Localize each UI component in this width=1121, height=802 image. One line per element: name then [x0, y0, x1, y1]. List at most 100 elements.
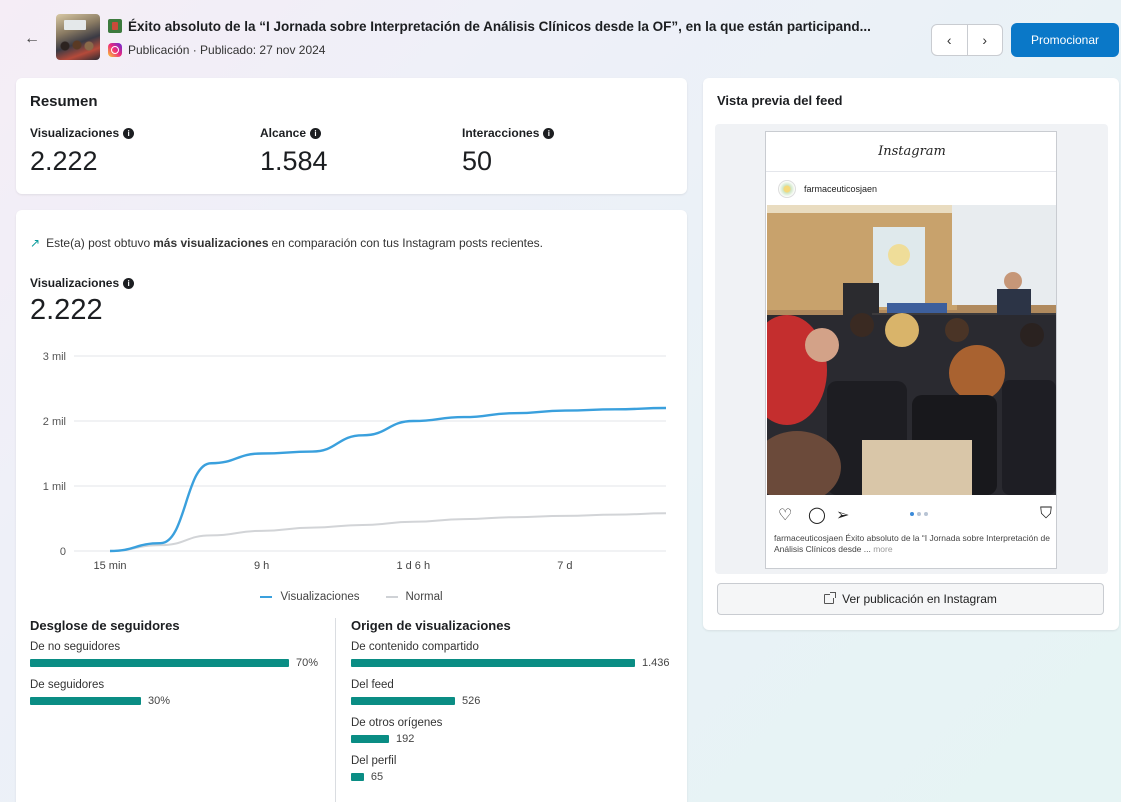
carousel-dots: [910, 512, 928, 516]
post-title-text: Éxito absoluto de la “I Jornada sobre In…: [128, 19, 871, 34]
view-origin-value: 192: [395, 733, 415, 745]
view-origin-bar: [351, 735, 389, 743]
metric-value: 1.584: [260, 146, 328, 176]
follower-breakdown-value: 70%: [296, 657, 319, 669]
x-tick-label: 7 d: [557, 560, 572, 572]
x-tick-label: 9 h: [254, 560, 269, 572]
next-button[interactable]: ›: [966, 25, 1003, 55]
view-origin-row: De otros orígenes 192: [351, 717, 681, 745]
metric-reach: Alcance i 1.584: [260, 126, 328, 177]
feed-preview-title: Vista previa del feed: [717, 93, 843, 108]
external-link-icon: [824, 592, 837, 604]
legend-item-views[interactable]: Visualizaciones: [260, 591, 360, 603]
post-author: farmaceuticosjaen: [778, 180, 877, 198]
post-title: Éxito absoluto de la “I Jornada sobre In…: [108, 19, 871, 34]
views-label: Visualizaciones: [30, 276, 120, 290]
insight-bold: más visualizaciones: [153, 236, 269, 250]
view-origin-bar: [351, 697, 456, 705]
view-origin-label: De otros orígenes: [351, 717, 443, 729]
views-value: 2.222: [30, 294, 103, 326]
column-divider: [335, 618, 336, 802]
share-icon[interactable]: ➢: [836, 505, 849, 525]
trend-up-icon: ↗: [30, 236, 41, 250]
author-username: farmaceuticosjaen: [804, 184, 878, 194]
followers-title: Desglose de seguidores: [30, 618, 180, 633]
metric-value: 2.222: [30, 146, 98, 176]
view-origin-bar: [351, 773, 364, 781]
followers-breakdown: Desglose de seguidores De no seguidores 7…: [30, 618, 325, 717]
metric-value: 50: [462, 146, 493, 176]
follower-breakdown-label: De no seguidores: [30, 641, 121, 653]
view-origin-label: Del perfil: [351, 755, 397, 767]
y-tick-label: 0: [60, 546, 66, 558]
view-on-instagram-button[interactable]: Ver publicación en Instagram: [717, 583, 1104, 615]
view-origin-bar: [351, 659, 635, 667]
view-origin-value: 65: [370, 771, 384, 783]
legend-label: Visualizaciones: [280, 591, 360, 603]
follower-breakdown-row: De no seguidores 70%: [30, 641, 325, 669]
view-origin-row: De contenido compartido 1.436: [351, 641, 681, 669]
follower-breakdown-value: 30%: [148, 695, 171, 707]
post-date: Publicación · Publicado: 27 nov 2024: [128, 43, 326, 57]
back-arrow-icon[interactable]: ←: [24, 30, 40, 48]
caption-more-link[interactable]: more: [873, 544, 892, 554]
instagram-icon: [108, 43, 122, 57]
info-icon[interactable]: i: [123, 127, 135, 139]
caption-username: farmaceuticosjaen: [774, 533, 843, 543]
views-origin: Origen de visualizaciones De contenido c…: [351, 618, 681, 793]
legend-label: Normal: [405, 591, 443, 603]
y-tick-label: 2 mil: [43, 416, 66, 428]
follower-breakdown-row: De seguidores 30%: [30, 679, 325, 707]
metric-label: Visualizaciones: [30, 126, 120, 140]
post-navigation: ‹ ›: [931, 24, 1003, 56]
post-actions: ♡ ◯ ➢ ⛉: [778, 505, 1052, 525]
series-line-normal: [109, 512, 667, 552]
insight-text: en comparación con tus Instagram posts r…: [271, 236, 544, 250]
follower-breakdown-bar: [30, 659, 289, 667]
info-icon[interactable]: i: [310, 127, 322, 139]
views-label-row: Visualizaciones i: [30, 276, 135, 290]
origins-title: Origen de visualizaciones: [351, 618, 511, 633]
y-tick-label: 3 mil: [43, 351, 66, 363]
x-tick-label: 1 d 6 h: [396, 560, 430, 572]
views-line-chart: 0 1 mil 2 mil 3 mil 15 min 9 h 1 d 6 h 7 d: [43, 351, 667, 572]
feed-preview-card: Vista previa del feed Instagram farmaceu…: [703, 78, 1119, 630]
insight-text: Este(a) post obtuvo: [46, 236, 151, 250]
summary-title: Resumen: [30, 93, 98, 110]
view-origin-label: Del feed: [351, 679, 394, 691]
instagram-post-preview: Instagram farmaceuticosjaen ♡ ◯ ➢ ⛉ farm…: [765, 131, 1057, 569]
avatar: [778, 180, 796, 198]
view-origin-value: 1.436: [642, 657, 670, 669]
heart-icon[interactable]: ♡: [778, 505, 792, 525]
comment-icon[interactable]: ◯: [808, 505, 826, 525]
views-card: ↗ Este(a) post obtuvo más visualizacione…: [16, 210, 687, 802]
post-thumbnail: [56, 14, 100, 60]
bookmark-icon[interactable]: ⛉: [1040, 505, 1052, 523]
legend-swatch: [260, 595, 273, 599]
view-origin-label: De contenido compartido: [351, 641, 479, 653]
previous-button[interactable]: ‹: [932, 25, 967, 55]
view-origin-row: Del perfil 65: [351, 755, 681, 783]
post-caption: farmaceuticosjaen Éxito absoluto de la “…: [774, 533, 1052, 555]
metric-views: Visualizaciones i 2.222: [30, 126, 135, 177]
metric-label: Alcance: [260, 126, 307, 140]
follower-breakdown-label: De seguidores: [30, 679, 105, 691]
legend-item-normal[interactable]: Normal: [385, 591, 443, 603]
view-origin-row: Del feed 526: [351, 679, 681, 707]
chart-legend: Visualizaciones Normal: [16, 591, 687, 603]
header: ← Éxito absoluto de la “I Jornada sobre …: [0, 0, 1121, 72]
metric-interactions: Interacciones i 50: [462, 126, 555, 177]
emoji-icon: [108, 19, 122, 33]
post-subtitle: Publicación · Publicado: 27 nov 2024: [108, 43, 325, 57]
view-on-instagram-label: Ver publicación en Instagram: [842, 592, 997, 606]
x-tick-label: 15 min: [93, 560, 126, 572]
insight-message: ↗ Este(a) post obtuvo más visualizacione…: [30, 236, 543, 250]
summary-card: Resumen Visualizaciones i 2.222 Alcance i …: [16, 78, 687, 194]
info-icon[interactable]: i: [543, 127, 555, 139]
series-line-visualizaciones: [109, 406, 667, 553]
promote-button[interactable]: Promocionar: [1011, 23, 1119, 57]
info-icon[interactable]: i: [123, 277, 135, 289]
metric-label: Interacciones: [462, 126, 540, 140]
view-origin-value: 526: [462, 695, 481, 707]
instagram-logo: Instagram: [878, 144, 946, 159]
